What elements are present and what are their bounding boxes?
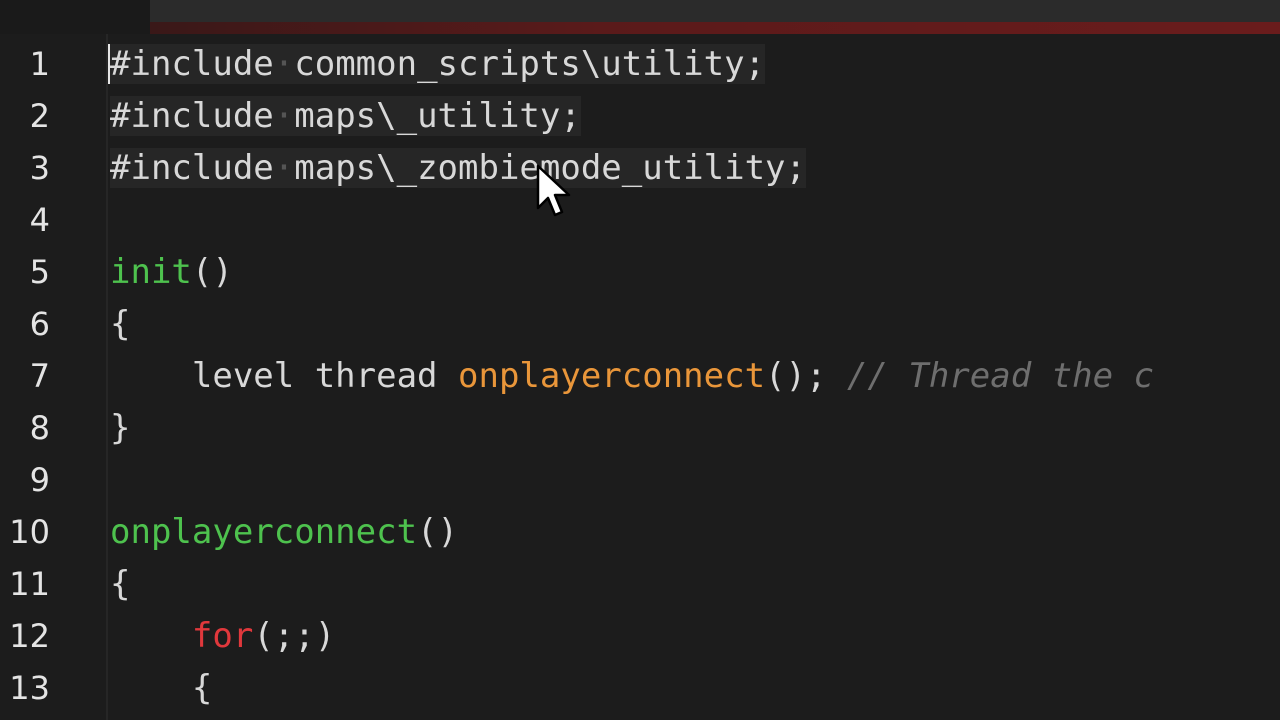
code-token: { — [110, 668, 213, 708]
active-tab-accent — [150, 22, 1280, 34]
code-token: } — [110, 408, 131, 448]
line-number: 2 — [29, 97, 50, 135]
line-number: 7 — [29, 357, 50, 395]
code-line[interactable]: onplayerconnect() — [110, 506, 458, 558]
code-token: #include — [110, 148, 274, 188]
line-number: 11 — [9, 565, 50, 603]
code-line[interactable]: #include·common_scripts\utility; — [110, 38, 766, 90]
code-token: init — [110, 252, 192, 292]
line-number: 6 — [29, 305, 50, 343]
code-token: () — [417, 512, 458, 552]
line-number: 12 — [9, 617, 50, 655]
line-number: 4 — [29, 201, 50, 239]
code-token: // Thread the c — [846, 356, 1154, 396]
code-token: · — [273, 148, 295, 188]
line-number: 1 — [29, 45, 50, 83]
line-number: 3 — [29, 149, 50, 187]
code-line[interactable]: #include·maps\_zombiemode_utility; — [110, 142, 806, 194]
code-token: #include — [110, 96, 274, 136]
code-line[interactable]: { — [110, 298, 130, 350]
code-token: maps\_utility; — [294, 96, 581, 136]
line-number: 10 — [9, 513, 50, 551]
code-line[interactable]: for(;;) — [110, 610, 335, 662]
tab-bar[interactable] — [150, 0, 1280, 22]
mouse-pointer-icon — [536, 164, 571, 217]
line-number: 5 — [29, 253, 50, 291]
code-line[interactable]: { — [110, 662, 212, 714]
code-token: · — [273, 96, 295, 136]
code-line[interactable]: { — [110, 558, 130, 610]
code-token: () — [191, 252, 233, 292]
code-token: onplayerconnect — [110, 512, 418, 552]
code-token: (); — [765, 356, 847, 396]
code-token: common_scripts\utility; — [294, 44, 766, 84]
code-token: #include — [110, 44, 274, 84]
code-token: for — [191, 616, 254, 656]
code-token: level thread — [110, 356, 458, 396]
code-token: (;;) — [253, 616, 336, 656]
code-line[interactable]: #include·maps\_utility; — [110, 90, 581, 142]
code-token: onplayerconnect — [458, 356, 766, 396]
line-number: 9 — [29, 461, 50, 499]
text-caret — [108, 44, 110, 84]
code-token: · — [273, 44, 295, 84]
code-line[interactable]: init() — [110, 246, 233, 298]
code-token: { — [110, 564, 131, 604]
code-token: { — [110, 304, 131, 344]
code-editor[interactable]: 1 2 3 4 5 6 7 8 9 10 11 12 13 #include·common_script… — [0, 0, 1280, 720]
code-line[interactable]: } — [110, 402, 130, 454]
code-line[interactable]: level thread onplayerconnect(); // Threa… — [110, 350, 1154, 402]
gutter-divider — [106, 34, 108, 720]
line-number: 8 — [29, 409, 50, 447]
line-number: 13 — [9, 669, 50, 707]
line-number-gutter: 1 2 3 4 5 6 7 8 9 10 11 12 13 — [0, 34, 106, 720]
